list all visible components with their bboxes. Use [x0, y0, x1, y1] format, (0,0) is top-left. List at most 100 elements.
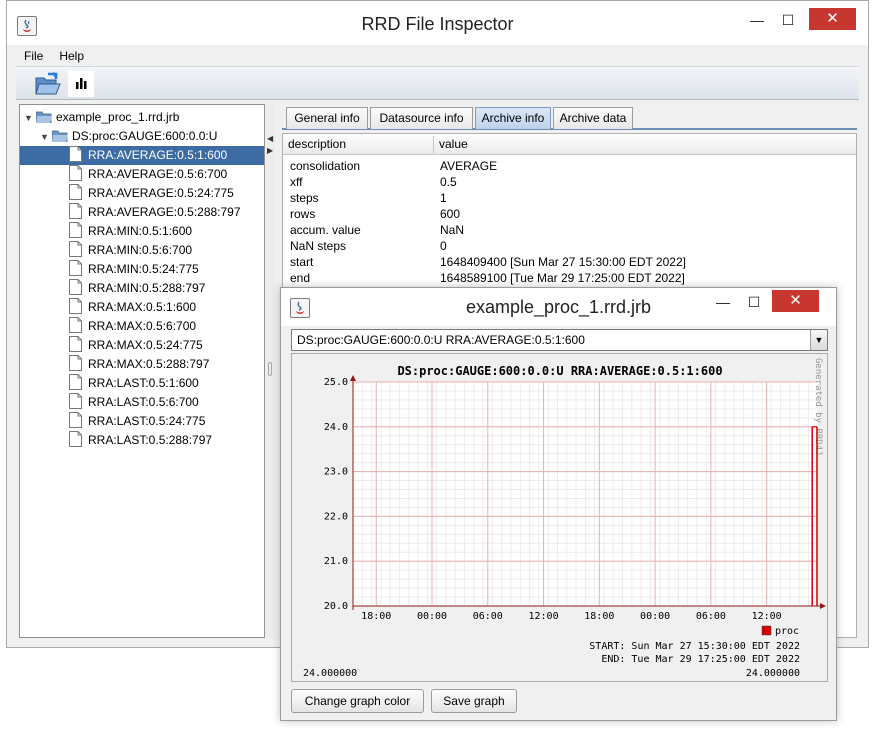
tree-item-label: RRA:AVERAGE:0.5:6:700 — [88, 167, 228, 181]
x-tick-label: 18:00 — [584, 611, 614, 622]
chart-end-label: END: Tue Mar 29 17:25:00 EDT 2022 — [601, 654, 800, 665]
tree-datasource[interactable]: ▼ DS:proc:GAUGE:600:0.0:U — [40, 127, 217, 146]
tree-item-archive[interactable]: RRA:LAST:0.5:1:600 — [20, 374, 264, 393]
folder-icon — [36, 111, 52, 123]
table-row[interactable]: start 1648409400 [Sun Mar 27 15:30:00 EDT… — [283, 254, 856, 270]
tree-item-label: RRA:MIN:0.5:24:775 — [88, 262, 199, 276]
tab-archive-info[interactable]: Archive info — [475, 107, 551, 129]
tree-item-label: RRA:AVERAGE:0.5:288:797 — [88, 205, 241, 219]
tree-item-archive[interactable]: RRA:AVERAGE:0.5:1:600 — [20, 146, 264, 165]
change-graph-color-button[interactable]: Change graph color — [291, 689, 424, 713]
table-cell-value: 1 — [440, 191, 447, 205]
tree-item-label: RRA:LAST:0.5:288:797 — [88, 433, 213, 447]
folder-open-icon[interactable] — [34, 71, 61, 97]
tree-item-archive[interactable]: RRA:LAST:0.5:288:797 — [20, 431, 264, 450]
tree-item-archive[interactable]: RRA:MIN:0.5:288:797 — [20, 279, 264, 298]
table-cell-description: start — [290, 255, 314, 269]
tree-item-label: RRA:AVERAGE:0.5:1:600 — [88, 148, 228, 162]
file-icon — [69, 146, 82, 162]
tree-item-label: RRA:LAST:0.5:24:775 — [88, 414, 206, 428]
tree-item-archive[interactable]: RRA:MAX:0.5:24:775 — [20, 336, 264, 355]
table-row[interactable]: rows 600 — [283, 206, 856, 222]
title-bar[interactable]: RRD File Inspector — ☐ ✕ — [7, 1, 868, 45]
archive-selector[interactable]: DS:proc:GAUGE:600:0.0:U RRA:AVERAGE:0.5:… — [291, 329, 828, 351]
tree-item-archive[interactable]: RRA:MAX:0.5:288:797 — [20, 355, 264, 374]
chevron-down-icon[interactable]: ▼ — [810, 330, 827, 350]
x-tick-label: 00:00 — [417, 611, 447, 622]
collapse-right-icon[interactable]: ▶ — [267, 146, 273, 155]
tree-item-label: RRA:LAST:0.5:6:700 — [88, 395, 199, 409]
chart-start-label: START: Sun Mar 27 15:30:00 EDT 2022 — [589, 641, 800, 652]
rrd-chart: DS:proc:GAUGE:600:0.0:U RRA:AVERAGE:0.5:… — [303, 358, 826, 679]
graph-maximize-button[interactable]: ☐ — [732, 289, 776, 315]
collapse-left-icon[interactable]: ◀ — [267, 134, 273, 143]
column-divider[interactable] — [433, 136, 434, 153]
table-row[interactable]: xff 0.5 — [283, 174, 856, 190]
table-cell-value: AVERAGE — [440, 159, 498, 173]
table-cell-value: 1648589100 [Tue Mar 29 17:25:00 EDT 2022… — [440, 271, 685, 285]
table-cell-value: 0 — [440, 239, 447, 253]
x-tick-label: 12:00 — [752, 611, 782, 622]
table-cell-value: 0.5 — [440, 175, 457, 189]
tree-root[interactable]: ▼ example_proc_1.rrd.jrb — [24, 108, 179, 127]
table-row[interactable]: accum. value NaN — [283, 222, 856, 238]
tree-item-archive[interactable]: RRA:AVERAGE:0.5:288:797 — [20, 203, 264, 222]
x-tick-label: 06:00 — [696, 611, 726, 622]
table-cell-description: steps — [290, 191, 319, 205]
y-axis-ticks: 25.0 24.0 23.0 22.0 21.0 20.0 — [324, 377, 348, 612]
chart-grid — [350, 375, 826, 610]
tree-item-archive[interactable]: RRA:MIN:0.5:1:600 — [20, 222, 264, 241]
table-row[interactable]: steps 1 — [283, 190, 856, 206]
file-icon — [69, 393, 82, 409]
tab-archive-data[interactable]: Archive data — [553, 107, 633, 129]
graph-title-bar[interactable]: example_proc_1.rrd.jrb — ☐ ✕ — [281, 288, 836, 326]
table-cell-value: 1648409400 [Sun Mar 27 15:30:00 EDT 2022… — [440, 255, 686, 269]
legend-swatch-proc — [761, 625, 772, 636]
menu-file[interactable]: File — [16, 45, 51, 63]
tree-item-label: RRA:MIN:0.5:6:700 — [88, 243, 193, 257]
rrd-tree[interactable]: ▼ example_proc_1.rrd.jrb ▼ DS:proc:GAUGE:6… — [19, 104, 265, 638]
expanded-icon[interactable]: ▼ — [24, 109, 36, 128]
close-button[interactable]: ✕ — [809, 8, 856, 30]
split-grip-icon[interactable] — [268, 362, 272, 376]
tree-item-archive[interactable]: RRA:MIN:0.5:6:700 — [20, 241, 264, 260]
legend-label-proc: proc — [775, 626, 799, 637]
chart-footer-right: 24.000000 — [746, 668, 800, 679]
file-icon — [69, 260, 82, 276]
y-tick-label: 22.0 — [324, 511, 348, 522]
tree-item-archive[interactable]: RRA:MIN:0.5:24:775 — [20, 260, 264, 279]
file-icon — [69, 184, 82, 200]
maximize-button[interactable]: ☐ — [766, 7, 810, 33]
tree-root-label: example_proc_1.rrd.jrb — [56, 110, 180, 124]
chart-footer-left: 24.000000 — [303, 668, 357, 679]
menu-bar: File Help — [16, 45, 859, 67]
tree-item-label: RRA:MIN:0.5:1:600 — [88, 224, 193, 238]
y-axis-arrow-icon — [350, 375, 356, 381]
archive-selector-value: DS:proc:GAUGE:600:0.0:U RRA:AVERAGE:0.5:… — [297, 333, 585, 347]
file-icon — [69, 222, 82, 238]
x-tick-label: 18:00 — [361, 611, 391, 622]
expanded-icon[interactable]: ▼ — [40, 128, 52, 147]
tab-datasource-info[interactable]: Datasource info — [370, 107, 473, 129]
tree-item-archive[interactable]: RRA:MAX:0.5:6:700 — [20, 317, 264, 336]
save-graph-button[interactable]: Save graph — [431, 689, 517, 713]
tree-item-label: RRA:AVERAGE:0.5:24:775 — [88, 186, 234, 200]
tab-general-info[interactable]: General info — [286, 107, 368, 129]
column-header-description[interactable]: description — [288, 134, 346, 155]
split-divider[interactable]: ◀ ▶ — [266, 104, 275, 638]
tree-item-archive[interactable]: RRA:LAST:0.5:6:700 — [20, 393, 264, 412]
column-header-value[interactable]: value — [439, 134, 468, 155]
table-row[interactable]: consolidation AVERAGE — [283, 158, 856, 174]
chart-title: DS:proc:GAUGE:600:0.0:U RRA:AVERAGE:0.5:… — [397, 364, 722, 378]
tree-item-archive[interactable]: RRA:AVERAGE:0.5:6:700 — [20, 165, 264, 184]
x-tick-label: 06:00 — [473, 611, 503, 622]
graph-close-button[interactable]: ✕ — [772, 290, 819, 312]
tree-item-archive[interactable]: RRA:AVERAGE:0.5:24:775 — [20, 184, 264, 203]
table-row[interactable]: NaN steps 0 — [283, 238, 856, 254]
tree-item-archive[interactable]: RRA:LAST:0.5:24:775 — [20, 412, 264, 431]
graph-window: example_proc_1.rrd.jrb — ☐ ✕ DS:proc:GAU… — [280, 287, 837, 721]
menu-help[interactable]: Help — [51, 45, 92, 63]
table-row[interactable]: end 1648589100 [Tue Mar 29 17:25:00 EDT 2… — [283, 270, 856, 286]
bar-chart-icon[interactable] — [68, 71, 94, 97]
tree-item-archive[interactable]: RRA:MAX:0.5:1:600 — [20, 298, 264, 317]
